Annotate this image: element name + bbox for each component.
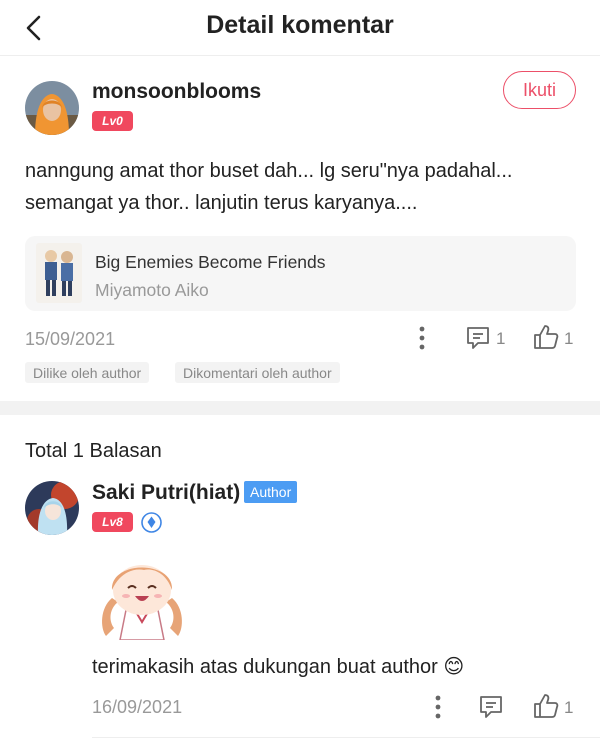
tag-commented-by-author: Dikomentari oleh author xyxy=(175,362,340,383)
thumbs-up-icon xyxy=(534,325,559,349)
level-badge: Lv0 xyxy=(92,111,133,131)
replier-avatar[interactable] xyxy=(25,481,79,535)
reply-count: 1 xyxy=(496,329,506,348)
section-divider xyxy=(0,401,600,415)
reply-more-options-button[interactable] xyxy=(426,693,450,721)
top-bar: Detail komentar xyxy=(0,0,600,56)
like-button[interactable] xyxy=(532,323,560,351)
replier-level-badge: Lv8 xyxy=(92,512,133,532)
reply-text: terimakasih atas dukungan buat author 😊 xyxy=(92,656,465,678)
reply-button[interactable] xyxy=(464,325,492,351)
replier-username[interactable]: Saki Putri(hiat) xyxy=(92,481,240,505)
follow-button[interactable]: Ikuti xyxy=(503,71,576,109)
comment-icon xyxy=(467,327,489,349)
book-author: Miyamoto Aiko xyxy=(95,280,209,300)
reply-divider xyxy=(92,737,600,738)
reply-comment-button[interactable] xyxy=(477,694,505,720)
author-badge: Author xyxy=(244,481,298,503)
like-count: 1 xyxy=(564,329,574,348)
more-options-button[interactable] xyxy=(410,324,434,352)
comment-icon xyxy=(480,696,502,718)
book-cover xyxy=(36,243,82,303)
thumbs-up-icon xyxy=(534,694,559,718)
reply-like-button[interactable] xyxy=(532,692,560,720)
reply-like-count: 1 xyxy=(564,698,574,717)
replies-title: Total 1 Balasan xyxy=(25,440,162,462)
book-title: Big Enemies Become Friends xyxy=(95,252,326,272)
commenter-avatar[interactable] xyxy=(25,81,79,135)
page-title: Detail komentar xyxy=(206,11,394,39)
commenter-username[interactable]: monsoonblooms xyxy=(92,80,261,104)
more-vertical-icon xyxy=(435,695,441,719)
tag-liked-by-author: Dilike oleh author xyxy=(25,362,150,383)
sticker-image xyxy=(92,548,192,641)
comment-text: nanngung amat thor buset dah... lg seru"… xyxy=(25,160,513,214)
reply-date: 16/09/2021 xyxy=(92,697,183,717)
diamond-badge-icon xyxy=(141,512,162,533)
comment-date: 15/09/2021 xyxy=(25,329,116,349)
more-vertical-icon xyxy=(419,326,425,350)
book-card[interactable]: Big Enemies Become Friends Miyamoto Aiko xyxy=(25,236,576,311)
